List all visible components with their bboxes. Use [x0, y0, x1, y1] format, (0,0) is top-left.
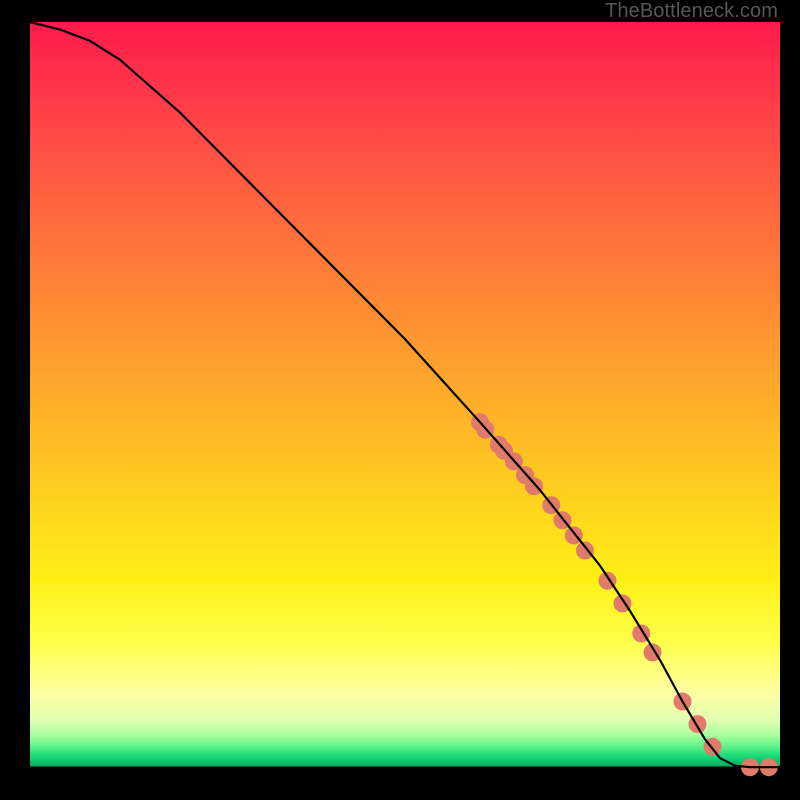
chart-frame: [30, 22, 780, 777]
data-marker: [525, 477, 543, 495]
bottleneck-curve: [30, 22, 780, 767]
chart-svg: [30, 22, 780, 777]
data-markers: [471, 413, 778, 776]
data-marker: [576, 542, 594, 560]
attribution-text: TheBottleneck.com: [605, 0, 778, 23]
